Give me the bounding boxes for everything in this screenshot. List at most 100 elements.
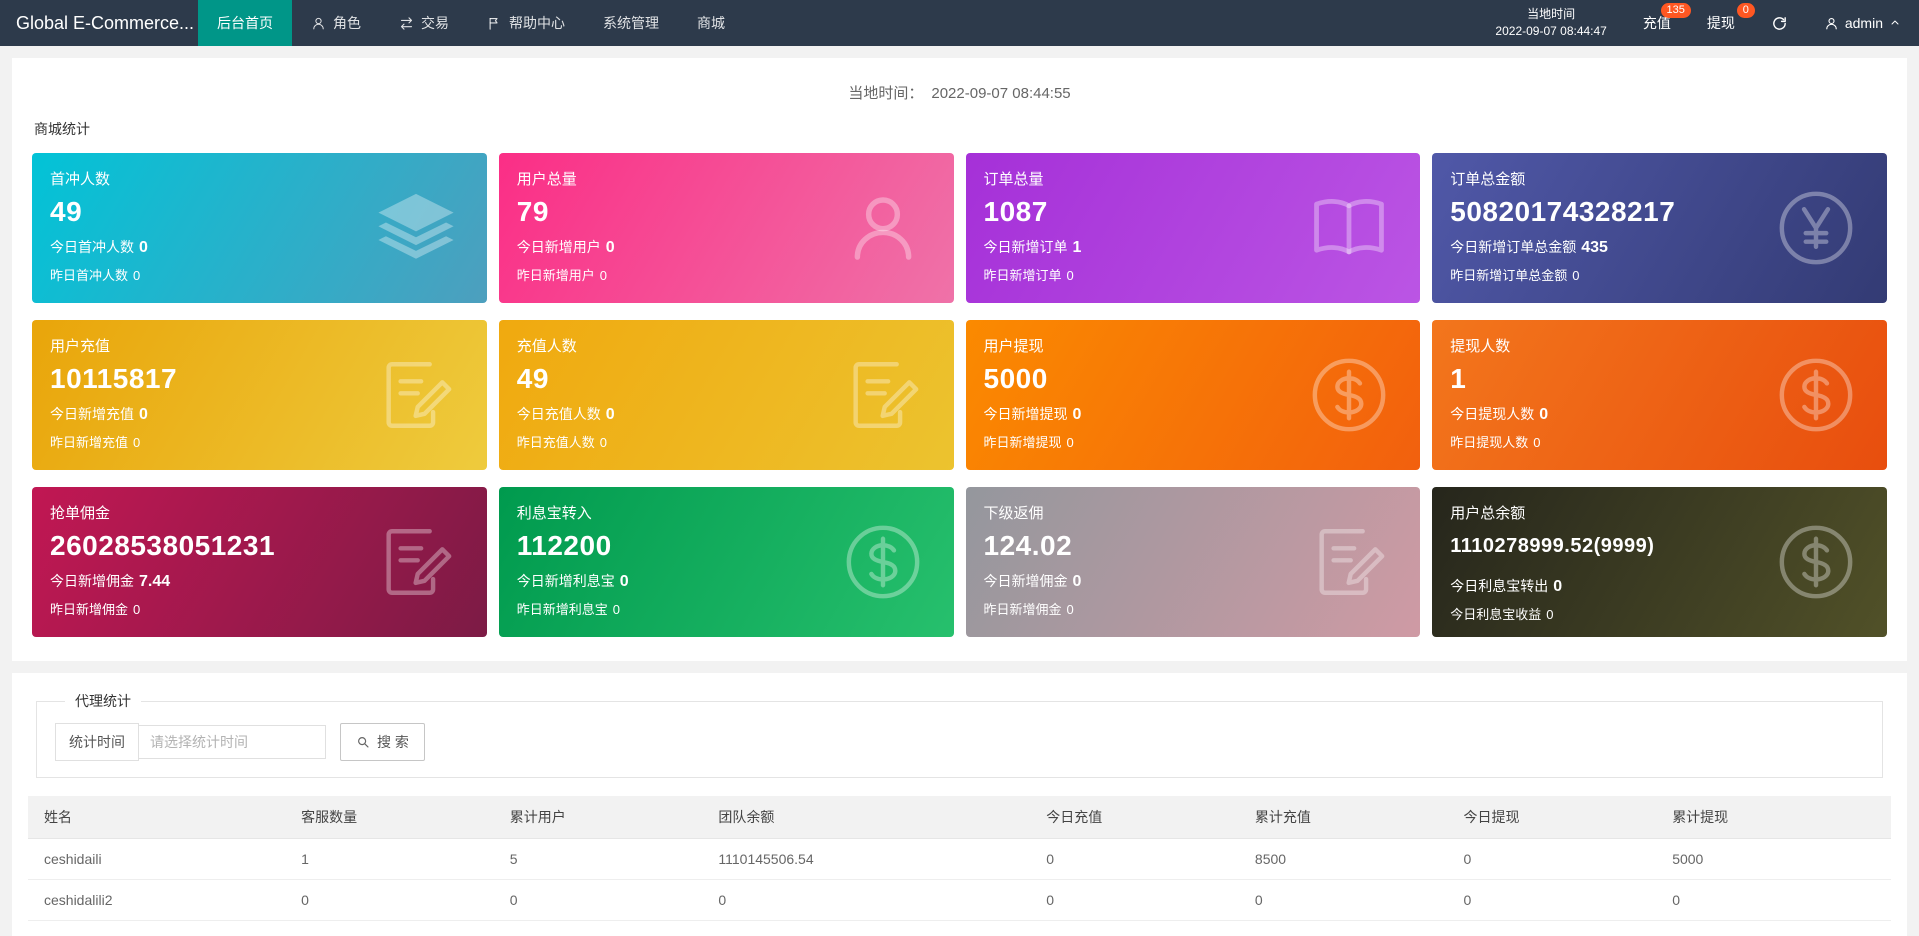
table-cell: 5000 (1656, 838, 1891, 880)
search-button-label: 搜 索 (377, 734, 409, 750)
refresh-button[interactable] (1757, 0, 1810, 46)
stat-line-value: 0 (1572, 268, 1580, 283)
withdraw-label: 提现 (1706, 15, 1735, 31)
stat-line-label: 昨日首冲人数 (50, 268, 129, 283)
agent-stats-fieldset: 代理统计 统计时间 搜 索 (36, 691, 1883, 778)
nav-item-label: 系统管理 (603, 15, 659, 31)
table-cell: 0 (493, 879, 703, 921)
table-cell: ceshidalili2 (28, 879, 286, 921)
table-cell: 0 (702, 920, 1031, 936)
table-cell: 0 (1447, 838, 1657, 880)
stat-card-subordinate-rebate: 下级返佣 124.02 今日新增佣金 0 昨日新增佣金 0 (965, 487, 1421, 637)
stat-card-line: 今日利息宝收益 0 (1450, 604, 1869, 623)
stat-line-label: 昨日新增订单总金额 (1450, 268, 1568, 283)
stat-card-title: 充值人数 (516, 338, 577, 355)
stat-line-value: 0 (605, 406, 615, 423)
nav-item-label: 帮助中心 (509, 15, 565, 31)
stat-line-value: 0 (139, 239, 148, 256)
dollar-circle-icon (1775, 354, 1857, 436)
table-row: ceshidalili2 0 0 0 0 0 0 0 (28, 879, 1891, 921)
stat-line-value: 0 (1066, 268, 1074, 283)
stat-card-order-total-amount: 订单总金额 50820174328217 今日新增订单总金额 435 昨日新增订单… (1432, 153, 1887, 303)
table-cell: a00001 (28, 920, 286, 936)
stats-panel: 当地时间： 2022-09-07 08:44:55 商城统计 首冲人数 49 今日… (12, 58, 1907, 661)
local-time-value: 2022-09-07 08:44:47 (1495, 24, 1607, 38)
nav-item-label: 后台首页 (217, 15, 273, 31)
table-header-cell: 累计用户 (493, 796, 703, 839)
table-header-cell: 客服数量 (285, 796, 494, 839)
stat-line-label: 今日新增订单总金额 (1450, 239, 1577, 255)
stat-card-recharge-users: 充值人数 49 今日充值人数 0 昨日充值人数 0 (498, 320, 954, 470)
stat-line-value: 0 (1533, 435, 1541, 450)
stat-line-label: 今日利息宝转出 (1450, 578, 1549, 594)
stat-card-user-recharge: 用户充值 10115817 今日新增充值 0 昨日新增充值 0 (32, 320, 487, 470)
table-row: ceshidaili 1 5 1110145506.54 0 8500 0 50… (28, 838, 1891, 880)
admin-username: admin (1844, 15, 1883, 31)
admin-menu[interactable]: admin (1810, 0, 1919, 46)
table-cell: 0 (1030, 920, 1239, 936)
dollar-circle-icon (1308, 354, 1390, 436)
nav-item-label: 角色 (333, 15, 361, 31)
table-header-cell: 团队余额 (702, 796, 1031, 839)
edit-doc-icon (842, 354, 924, 436)
layers-icon (375, 187, 457, 269)
stat-line-label: 昨日新增充值 (50, 435, 129, 450)
dollar-circle-icon (842, 521, 924, 603)
table-cell: 0 (1030, 838, 1239, 880)
app-title: Global E-Commerce... (16, 13, 195, 33)
stat-line-label: 昨日提现人数 (1450, 435, 1529, 450)
stat-line-value: 0 (133, 268, 141, 283)
table-cell: 0 (1030, 879, 1239, 921)
recharge-button[interactable]: 充值 135 (1629, 0, 1693, 46)
edit-doc-icon (1308, 521, 1390, 603)
edit-doc-icon (375, 354, 457, 436)
stat-line-value: 435 (1581, 239, 1608, 256)
stat-line-label: 今日新增用户 (516, 239, 601, 255)
table-cell: 1110145506.54 (702, 838, 1031, 880)
search-button[interactable]: 搜 索 (340, 723, 425, 761)
stat-line-value: 7.44 (139, 573, 171, 590)
nav-item-label: 商城 (697, 15, 725, 31)
nav-item-transactions[interactable]: 交易 (380, 0, 468, 46)
stat-card-title: 用户提现 (983, 338, 1044, 355)
refresh-icon (1771, 15, 1788, 32)
yen-circle-icon (1775, 187, 1857, 269)
stat-card-user-withdraw: 用户提现 5000 今日新增提现 0 昨日新增提现 0 (965, 320, 1421, 470)
withdraw-button[interactable]: 提现 0 (1693, 0, 1757, 46)
stat-time-input[interactable] (138, 725, 326, 759)
stat-line-label: 今日充值人数 (516, 406, 601, 422)
stat-line-label: 今日新增佣金 (983, 573, 1068, 589)
table-header-row: 姓名 客服数量 累计用户 团队余额 今日充值 累计充值 今日提现 累计提现 (28, 796, 1891, 839)
table-cell: 0 (1238, 920, 1448, 936)
nav-item-mall[interactable]: 商城 (678, 0, 744, 46)
table-header-cell: 今日充值 (1030, 796, 1239, 839)
stat-line-label: 今日新增利息宝 (516, 573, 615, 589)
chevron-up-icon (1889, 17, 1901, 29)
stat-time-label: 统计时间 (55, 723, 139, 761)
nav-item-roles[interactable]: 角色 (292, 0, 380, 46)
section-title-mall-stats: 商城统计 (34, 121, 90, 137)
nav-item-help-center[interactable]: 帮助中心 (468, 0, 584, 46)
nav-item-dashboard[interactable]: 后台首页 (198, 0, 292, 46)
stat-line-label: 昨日新增佣金 (983, 602, 1062, 617)
nav-item-system-management[interactable]: 系统管理 (584, 0, 678, 46)
transactions-icon (399, 16, 414, 31)
table-header-cell: 累计提现 (1656, 796, 1891, 839)
stat-line-label: 今日首冲人数 (50, 239, 134, 255)
stat-card-first-recharge-users: 首冲人数 49 今日首冲人数 0 昨日首冲人数 0 (32, 153, 487, 303)
stat-line-label: 昨日新增订单 (983, 268, 1062, 283)
table-cell: 0 (1447, 920, 1657, 936)
table-cell: 0 (702, 879, 1031, 921)
stat-card-title: 首冲人数 (50, 171, 111, 188)
top-navbar: Global E-Commerce... 后台首页 角色 交易 帮助中心 系统管… (0, 0, 1919, 46)
stat-line-label: 今日新增提现 (983, 406, 1068, 422)
stat-line-value: 0 (605, 239, 615, 256)
stat-line-label: 今日提现人数 (1450, 406, 1535, 422)
stat-card-title: 用户总量 (516, 171, 577, 188)
stat-line-value: 0 (599, 268, 607, 283)
table-cell: 0 (1447, 879, 1657, 921)
stat-line-label: 昨日新增用户 (516, 268, 595, 283)
stat-line-value: 0 (1546, 607, 1554, 622)
stat-line-value: 0 (599, 435, 607, 450)
table-cell: 0 (285, 879, 494, 921)
